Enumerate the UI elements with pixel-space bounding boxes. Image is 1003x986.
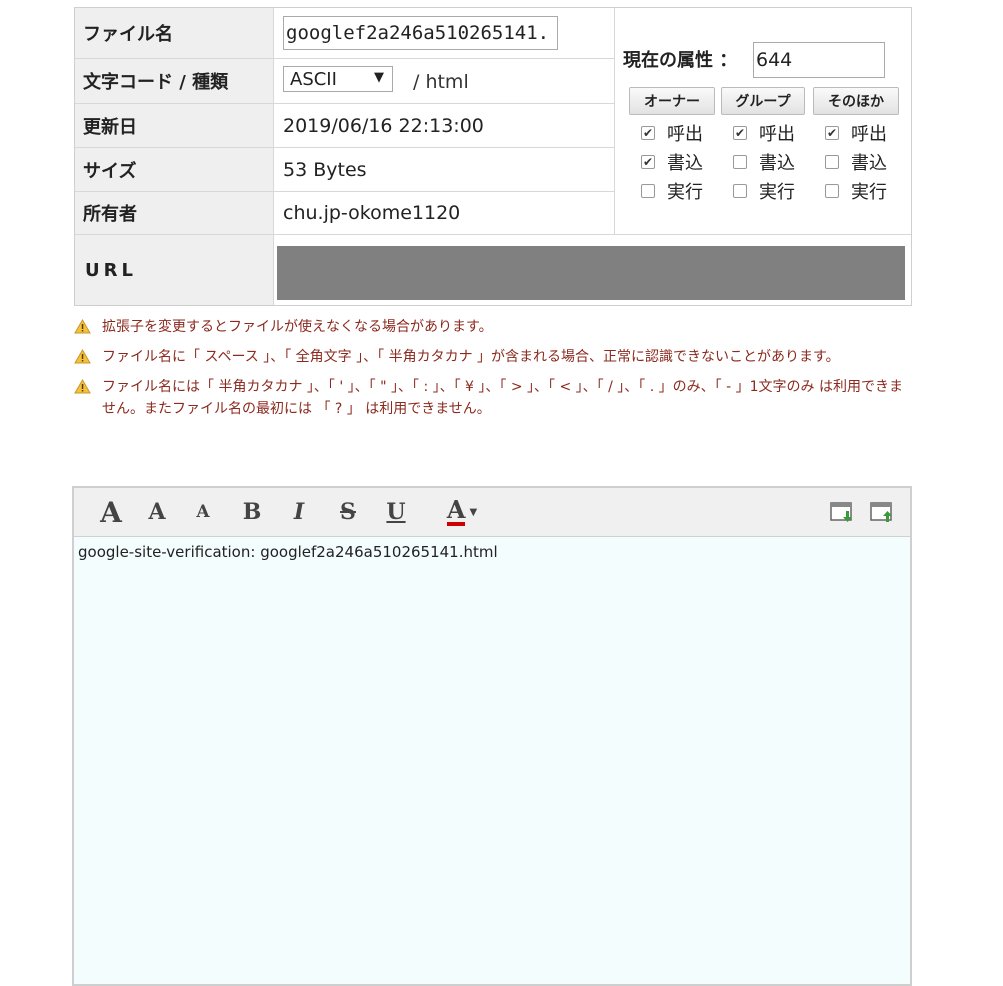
encoding-label: 文字コード / 種類	[75, 59, 274, 103]
group-read[interactable]: ✔ 呼出	[733, 120, 795, 146]
warning-item: ファイル名には「 半角カタカナ 」、「 ' 」、「 " 」、「 : 」、「 ¥ …	[74, 376, 909, 420]
group-exec[interactable]: 実行	[733, 178, 795, 204]
checkbox-unchecked-icon[interactable]	[825, 155, 839, 169]
row-filename: ファイル名	[75, 8, 614, 59]
other-button[interactable]: そのほか	[813, 87, 899, 115]
checkbox-checked-icon[interactable]: ✔	[825, 126, 839, 140]
row-owner: 所有者 chu.jp-okome1120	[75, 192, 614, 235]
other-exec[interactable]: 実行	[825, 178, 887, 204]
font-color-button[interactable]: A ▼	[440, 494, 484, 530]
row-size: サイズ 53 Bytes	[75, 148, 614, 192]
font-size-large-button[interactable]: A	[96, 494, 126, 530]
owner-exec[interactable]: 実行	[641, 178, 703, 204]
attribute-title: 現在の属性 ：	[623, 50, 738, 71]
updated-label: 更新日	[75, 104, 274, 147]
row-updated: 更新日 2019/06/16 22:13:00	[75, 104, 614, 148]
font-size-medium-button[interactable]: A	[144, 494, 170, 530]
owner-button[interactable]: オーナー	[629, 87, 715, 115]
file-type: / html	[413, 71, 469, 93]
font-size-small-button[interactable]: A	[192, 494, 214, 530]
upload-icon[interactable]	[870, 502, 894, 524]
strikethrough-button[interactable]: S	[336, 494, 360, 530]
checkbox-checked-icon[interactable]: ✔	[641, 126, 655, 140]
checkbox-checked-icon[interactable]: ✔	[733, 126, 747, 140]
owner-read[interactable]: ✔ 呼出	[641, 120, 703, 146]
owner-write[interactable]: ✔ 書込	[641, 149, 703, 175]
checkbox-unchecked-icon[interactable]	[641, 184, 655, 198]
download-icon[interactable]	[830, 502, 854, 524]
underline-button[interactable]: U	[384, 494, 408, 530]
other-write[interactable]: 書込	[825, 149, 887, 175]
attribute-input[interactable]	[753, 42, 885, 78]
filename-label: ファイル名	[75, 8, 274, 58]
checkbox-unchecked-icon[interactable]	[733, 155, 747, 169]
other-read[interactable]: ✔ 呼出	[825, 120, 887, 146]
row-url: URL	[75, 235, 911, 305]
updated-value: 2019/06/16 22:13:00	[283, 114, 484, 137]
size-label: サイズ	[75, 148, 274, 191]
row-encoding: 文字コード / 種類 ASCII ▼ / html	[75, 59, 614, 104]
editor-toolbar: A A A B I S U A ▼	[74, 488, 910, 537]
dropdown-arrow-icon: ▼	[374, 70, 384, 85]
text-editor: A A A B I S U A ▼ google-site-verificati…	[72, 486, 912, 986]
url-redacted-box	[277, 246, 905, 300]
warning-item: 拡張子を変更するとファイルが使えなくなる場合があります。	[74, 316, 909, 338]
bold-button[interactable]: B	[240, 494, 264, 530]
group-button[interactable]: グループ	[721, 87, 805, 115]
warning-item: ファイル名に「 スペース 」、「 全角文字 」、「 半角カタカナ 」が含まれる場…	[74, 346, 909, 368]
encoding-select[interactable]: ASCII ▼	[283, 66, 393, 92]
file-info-table: ファイル名 文字コード / 種類 ASCII ▼ / html 更新日 2019…	[74, 7, 912, 306]
group-write[interactable]: 書込	[733, 149, 795, 175]
checkbox-unchecked-icon[interactable]	[733, 184, 747, 198]
checkbox-unchecked-icon[interactable]	[825, 184, 839, 198]
url-label: URL	[75, 235, 274, 305]
size-value: 53 Bytes	[283, 158, 367, 181]
italic-button[interactable]: I	[288, 494, 310, 530]
encoding-selected: ASCII	[290, 68, 337, 90]
editor-content[interactable]: google-site-verification: googlef2a246a5…	[74, 537, 910, 984]
attribute-panel: 現在の属性 ： オーナー グループ そのほか ✔呼出 ✔書込 実行 ✔呼出 書込…	[614, 8, 911, 235]
owner-value: chu.jp-okome1120	[283, 202, 461, 224]
checkbox-checked-icon[interactable]: ✔	[641, 155, 655, 169]
warning-icon	[74, 379, 91, 394]
owner-label: 所有者	[75, 192, 274, 234]
warning-icon	[74, 349, 91, 364]
dropdown-caret-icon: ▼	[469, 506, 478, 518]
warning-icon	[74, 319, 91, 334]
filename-input[interactable]	[283, 16, 558, 50]
font-color-icon: A	[446, 495, 466, 526]
warning-list: 拡張子を変更するとファイルが使えなくなる場合があります。 ファイル名に「 スペー…	[74, 316, 909, 428]
